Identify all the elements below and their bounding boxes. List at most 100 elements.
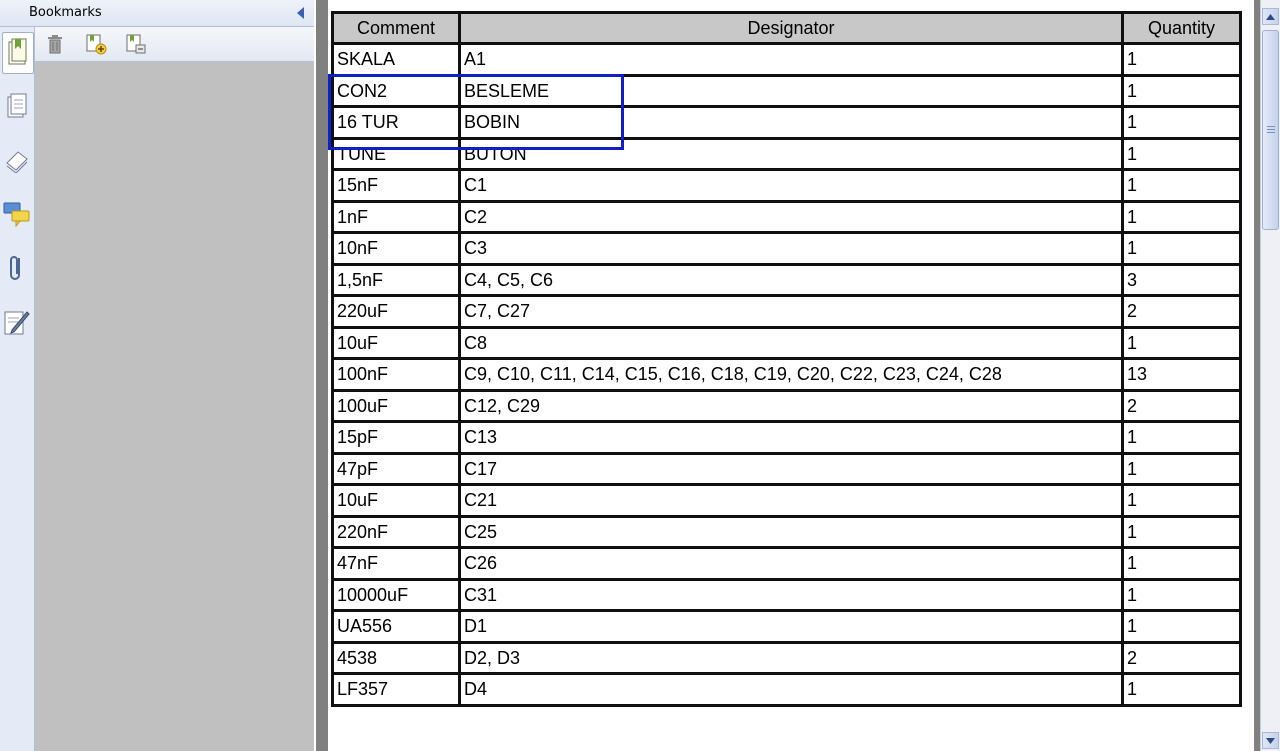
cell-comment: UA556 [331,609,461,644]
cell-comment: 10uF [331,325,461,360]
table-row: 16 TUR BOBIN 1 [331,105,1242,140]
cell-designator: BESLEME [458,73,1124,108]
table-row: 10uF C8 1 [331,325,1242,360]
cell-designator: A1 [458,42,1124,77]
table-row: 220nF C25 1 [331,514,1242,549]
bookmarks-toolbar [35,27,314,62]
cell-comment: TUNE [331,136,461,171]
table-row: 4538 D2, D3 2 [331,640,1242,675]
panel-title: Bookmarks [29,5,102,20]
cell-comment: 100uF [331,388,461,423]
cell-designator: C4, C5, C6 [458,262,1124,297]
cell-quantity: 2 [1121,294,1242,329]
cell-comment: 47nF [331,546,461,581]
cell-quantity: 1 [1121,420,1242,455]
cell-designator: C26 [458,546,1124,581]
cell-comment: 10nF [331,231,461,266]
cell-quantity: 1 [1121,577,1242,612]
cell-designator: C25 [458,514,1124,549]
table-row: 1nF C2 1 [331,199,1242,234]
table-header-row: Comment Designator Quantity [331,11,1242,45]
comments-icon[interactable] [3,200,31,228]
cell-quantity: 13 [1121,357,1242,392]
cell-designator: C17 [458,451,1124,486]
bookmarks-panel: Bookmarks [0,0,314,751]
cell-designator: C31 [458,577,1124,612]
column-header-designator: Designator [458,11,1124,45]
cell-comment: 15pF [331,420,461,455]
cell-quantity: 1 [1121,672,1242,707]
cell-comment: 10uF [331,483,461,518]
table-row: UA556 D1 1 [331,609,1242,644]
table-row: 100nF C9, C10, C11, C14, C15, C16, C18, C… [331,357,1242,392]
cell-quantity: 1 [1121,483,1242,518]
table-row: 10nF C3 1 [331,231,1242,266]
new-bookmark-icon[interactable] [84,32,108,56]
collapse-panel-icon[interactable] [297,7,304,19]
cell-comment: 16 TUR [331,105,461,140]
column-header-quantity: Quantity [1121,11,1242,45]
cell-quantity: 1 [1121,231,1242,266]
table-row: LF357 D4 1 [331,672,1242,707]
cell-comment: SKALA [331,42,461,77]
cell-designator: D4 [458,672,1124,707]
cell-comment: 220nF [331,514,461,549]
table-row: 47nF C26 1 [331,546,1242,581]
cell-comment: 15nF [331,168,461,203]
document-viewport: Comment Designator Quantity SKALA A1 1 CON2… [314,0,1260,751]
cell-quantity: 1 [1121,199,1242,234]
cell-designator: C8 [458,325,1124,360]
scroll-down-arrow-icon[interactable] [1262,732,1279,749]
cell-quantity: 2 [1121,388,1242,423]
signatures-icon[interactable] [3,308,31,336]
cell-comment: CON2 [331,73,461,108]
cell-designator: C7, C27 [458,294,1124,329]
scroll-thumb[interactable] [1262,30,1279,230]
cell-comment: LF357 [331,672,461,707]
cell-designator: BOBIN [458,105,1124,140]
cell-designator: D2, D3 [458,640,1124,675]
vertical-scrollbar[interactable] [1260,0,1280,751]
bookmarks-icon[interactable] [2,32,34,74]
cell-comment: 47pF [331,451,461,486]
layers-icon[interactable] [3,146,31,174]
table-row: 220uF C7, C27 2 [331,294,1242,329]
navigation-pane [0,0,35,751]
delete-icon[interactable] [43,32,67,56]
table-row: 15nF C1 1 [331,168,1242,203]
table-row: 47pF C17 1 [331,451,1242,486]
bookmarks-header: Bookmarks [0,0,314,27]
cell-quantity: 1 [1121,514,1242,549]
cell-designator: D1 [458,609,1124,644]
cell-quantity: 1 [1121,105,1242,140]
cell-quantity: 1 [1121,73,1242,108]
cell-quantity: 1 [1121,168,1242,203]
cell-comment: 100nF [331,357,461,392]
cell-quantity: 2 [1121,640,1242,675]
attachments-icon[interactable] [3,254,31,282]
cell-quantity: 1 [1121,609,1242,644]
cell-designator: C2 [458,199,1124,234]
cell-comment: 1,5nF [331,262,461,297]
table-row: 100uF C12, C29 2 [331,388,1242,423]
cell-designator: C12, C29 [458,388,1124,423]
cell-designator: C1 [458,168,1124,203]
cell-designator: C21 [458,483,1124,518]
cell-designator: C9, C10, C11, C14, C15, C16, C18, C19, C… [458,357,1124,392]
cell-quantity: 1 [1121,325,1242,360]
table-body: SKALA A1 1 CON2 BESLEME 1 16 TUR BOBIN 1 TUNE BUTO… [331,42,1242,707]
expand-bookmark-icon[interactable] [124,32,148,56]
cell-designator: C3 [458,231,1124,266]
scroll-up-arrow-icon[interactable] [1262,8,1279,25]
cell-quantity: 1 [1121,136,1242,171]
cell-quantity: 1 [1121,42,1242,77]
cell-comment: 10000uF [331,577,461,612]
pages-icon[interactable] [3,92,31,120]
table-row: TUNE BUTON 1 [331,136,1242,171]
cell-comment: 220uF [331,294,461,329]
column-header-comment: Comment [331,11,461,45]
table-row: 1,5nF C4, C5, C6 3 [331,262,1242,297]
cell-designator: C13 [458,420,1124,455]
cell-comment: 4538 [331,640,461,675]
cell-quantity: 1 [1121,546,1242,581]
